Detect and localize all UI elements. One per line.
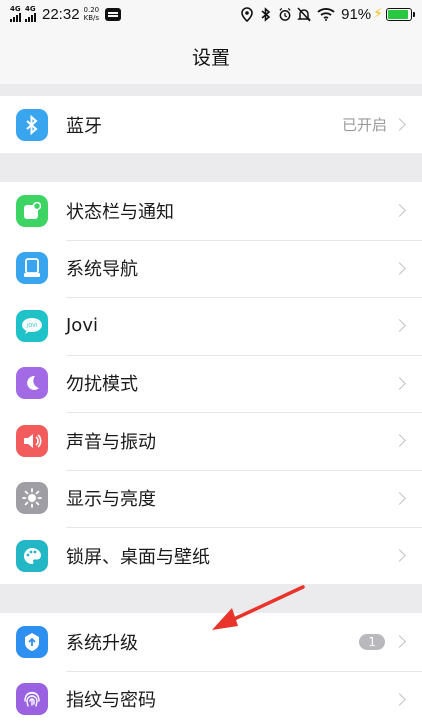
settings-item-label: 声音与振动 [66, 431, 156, 453]
settings-group-display: 状态栏与通知 系统导航 JOVI Jovi 勿扰模式 声音与振动 显示与亮度 锁… [0, 182, 422, 585]
settings-item-label: 系统导航 [66, 259, 138, 281]
settings-item-fingerprint[interactable]: 指纹与密码 [0, 670, 422, 728]
settings-item-do-not-disturb[interactable]: 勿扰模式 [0, 354, 422, 413]
chevron-right-icon [393, 376, 406, 390]
chevron-right-icon [393, 434, 406, 448]
settings-item-label: 显示与亮度 [66, 489, 156, 511]
chevron-right-icon [393, 635, 406, 649]
mute-icon [297, 6, 311, 22]
settings-item-label: 锁屏、桌面与壁纸 [66, 546, 210, 568]
settings-item-label: Jovi [66, 315, 98, 337]
status-time: 22:32 [42, 5, 80, 23]
header: 设置 [0, 28, 422, 84]
settings-item-wallpaper[interactable]: 锁屏、桌面与壁纸 [0, 527, 422, 585]
battery-level [388, 9, 409, 19]
section-divider [0, 153, 422, 183]
signal-indicator-1: 4G [10, 6, 21, 22]
status-bar: 4G 4G 22:32 0.20 KB/s 91% ⚡ [0, 0, 422, 28]
location-icon [240, 6, 254, 22]
settings-item-label: 状态栏与通知 [66, 201, 174, 223]
settings-group-system: 系统升级 1 指纹与密码 [0, 613, 422, 728]
chevron-right-icon [393, 261, 406, 275]
chevron-right-icon [393, 549, 406, 563]
svg-text:JOVI: JOVI [26, 323, 37, 329]
settings-group-connectivity: 蓝牙 已开启 [0, 96, 422, 154]
bluetooth-icon [259, 6, 273, 22]
settings-item-value: 已开启 [341, 116, 387, 135]
settings-item-bluetooth[interactable]: 蓝牙 已开启 [0, 96, 422, 154]
chevron-right-icon [393, 204, 406, 218]
fingerprint-icon [16, 683, 48, 716]
settings-item-sound[interactable]: 声音与振动 [0, 412, 422, 470]
speaker-icon [16, 424, 48, 457]
message-icon [105, 7, 122, 21]
chevron-right-icon [393, 118, 406, 132]
signal-indicator-2: 4G [25, 6, 36, 22]
page-title: 设置 [191, 46, 230, 69]
wifi-icon [316, 6, 336, 22]
battery-icon [386, 7, 415, 21]
palette-icon [16, 539, 48, 572]
settings-item-display[interactable]: 显示与亮度 [0, 469, 422, 528]
section-divider [0, 84, 422, 96]
alarm-icon [278, 6, 292, 22]
settings-item-label: 勿扰模式 [66, 374, 138, 396]
update-count-badge: 1 [359, 633, 385, 650]
moon-icon [16, 367, 48, 400]
chevron-right-icon [393, 692, 406, 706]
brightness-icon [16, 482, 48, 515]
settings-item-navigation[interactable]: 系统导航 [0, 239, 422, 298]
jovi-icon: JOVI [16, 309, 48, 342]
chevron-right-icon [393, 491, 406, 505]
network-speed: 0.20 KB/s [83, 6, 100, 22]
settings-item-system-upgrade[interactable]: 系统升级 1 [0, 613, 422, 671]
chevron-right-icon [393, 319, 406, 333]
settings-item-label: 蓝牙 [66, 115, 102, 137]
upgrade-icon [16, 625, 48, 658]
settings-item-label: 系统升级 [66, 632, 138, 654]
bluetooth-icon [16, 108, 48, 141]
settings-item-label: 指纹与密码 [66, 690, 156, 712]
status-bar-icon [16, 194, 48, 227]
navigation-icon [16, 252, 48, 285]
section-divider [0, 584, 422, 614]
charging-icon: ⚡ [373, 6, 383, 22]
settings-item-jovi[interactable]: JOVI Jovi [0, 297, 422, 355]
settings-item-status-bar[interactable]: 状态栏与通知 [0, 182, 422, 240]
battery-percentage: 91% [341, 5, 372, 23]
